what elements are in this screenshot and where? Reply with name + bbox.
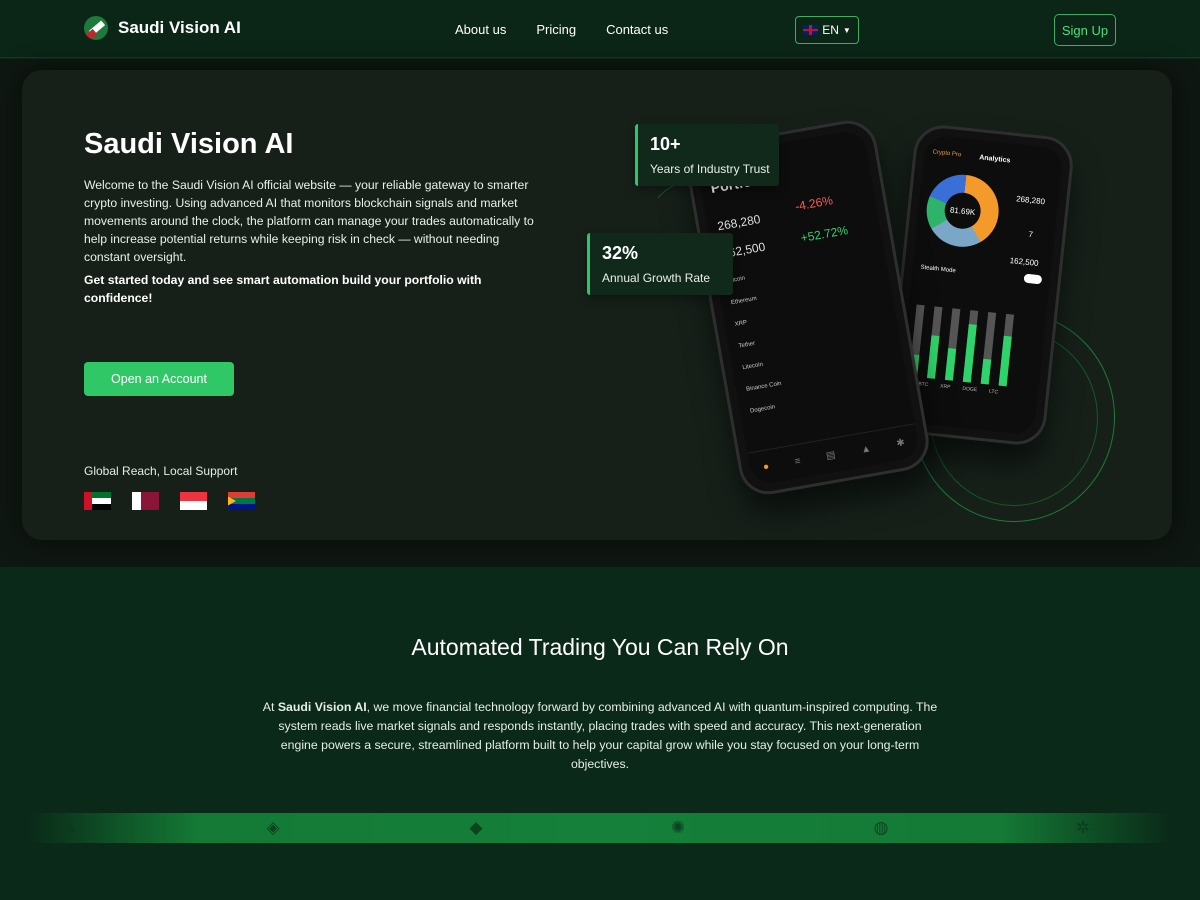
analytics-value: 268,280 [1015,194,1046,207]
portfolio-loss-percent: -4.26% [794,193,834,214]
coin-row: XRP [734,319,748,328]
section-title: Automated Trading You Can Rely On [411,634,789,660]
south-africa-flag-icon [228,492,255,510]
analytics-cost: 162,500 [1009,255,1039,268]
portfolio-gain-percent: +52.72% [799,223,850,246]
portfolio-value: 268,280 [716,212,762,234]
stat-value: 32% [602,243,639,263]
qatar-flag-icon [132,492,159,510]
stat-label: Years of Industry Trust [650,162,770,176]
portfolio-donut-chart: 81.69K [923,171,1003,251]
bar-fill [998,335,1012,387]
cosmos-icon: ✲ [1075,818,1091,837]
stat-card-growth: 32% Annual Growth Rate [587,233,733,295]
nav-link-contact[interactable]: Contact us [606,22,668,37]
uae-flag-icon [84,492,111,510]
section-text-body: , we move financial technology forward b… [278,700,938,771]
avalanche-icon: ▲ [62,818,80,837]
back-label: Crypto Pro [932,149,962,159]
alerts-tab-icon[interactable]: ▲ [860,443,872,456]
portfolio-tab-icon[interactable]: ● [762,461,770,473]
stealth-mode-toggle[interactable] [1023,273,1043,285]
stat-card-years: 10+ Years of Industry Trust [635,124,779,186]
polkadot-icon: ✺ [670,818,686,837]
analytics-screen: Crypto Pro Analytics 81.69K 268,280 7 16… [896,134,1064,436]
bar-fill [926,335,940,379]
hero-description: Welcome to the Saudi Vision AI official … [84,178,534,264]
hero-title: Saudi Vision AI [84,128,294,160]
donut-center: 81.69K [942,190,983,231]
brand-logo-icon [84,16,108,40]
coin-row: Tether [738,340,756,350]
stat-value: 10+ [650,134,681,154]
nav-link-pricing[interactable]: Pricing [536,22,576,37]
open-account-button[interactable]: Open an Account [84,362,234,396]
language-selector[interactable]: EN ▼ [795,16,859,44]
coin-row: Binance Coin [745,380,783,393]
top-navbar: Saudi Vision AI About us Pricing Contact… [0,0,1200,58]
crypto-logo-strip: ▲ ◈ ◆ ✺ ◍ ✲ [28,813,1172,843]
coin-row: Litecoin [742,361,764,372]
bar-label: DOGE [962,385,978,394]
brand-name: Saudi Vision AI [118,18,241,37]
bar-fill [980,358,992,385]
coin-row: Dogecoin [749,404,776,415]
uk-flag-icon [803,25,819,35]
signup-button[interactable]: Sign Up [1054,14,1116,46]
country-flags [84,492,255,510]
news-tab-icon[interactable]: ▤ [825,450,836,462]
bar-fill [962,324,977,383]
bar-fill [944,348,957,381]
section-brand: Saudi Vision AI [277,700,367,714]
gains-bar-chart [909,304,1036,388]
stat-label: Annual Growth Rate [602,271,711,285]
caret-down-icon: ▼ [842,25,851,35]
stellar-icon: ◍ [873,818,889,837]
stealth-mode-label: Stealth Mode [920,264,956,275]
hero-cta-text: Get started today and see smart automati… [84,273,482,305]
nav-links: About us Pricing Contact us [455,22,668,37]
ethereum-icon: ◆ [469,818,483,837]
binance-icon: ◈ [266,818,280,837]
cryptos-tab-icon[interactable]: ≡ [794,456,802,468]
global-reach-label: Global Reach, Local Support [84,464,238,478]
bar-label: LTC [988,388,999,396]
bar-label: XRP [939,383,951,391]
analytics-heading: Analytics [978,154,1011,165]
nav-link-about[interactable]: About us [455,22,506,37]
coin-row: Ethereum [730,295,758,307]
section-description: At Saudi Vision AI, we move financial te… [262,698,938,774]
analytics-count: 7 [1028,229,1034,240]
section-text-prefix: At [262,700,278,714]
singapore-flag-icon [180,492,207,510]
settings-tab-icon[interactable]: ✱ [896,437,906,449]
language-code: EN [822,23,839,37]
brand[interactable]: Saudi Vision AI [84,16,241,40]
